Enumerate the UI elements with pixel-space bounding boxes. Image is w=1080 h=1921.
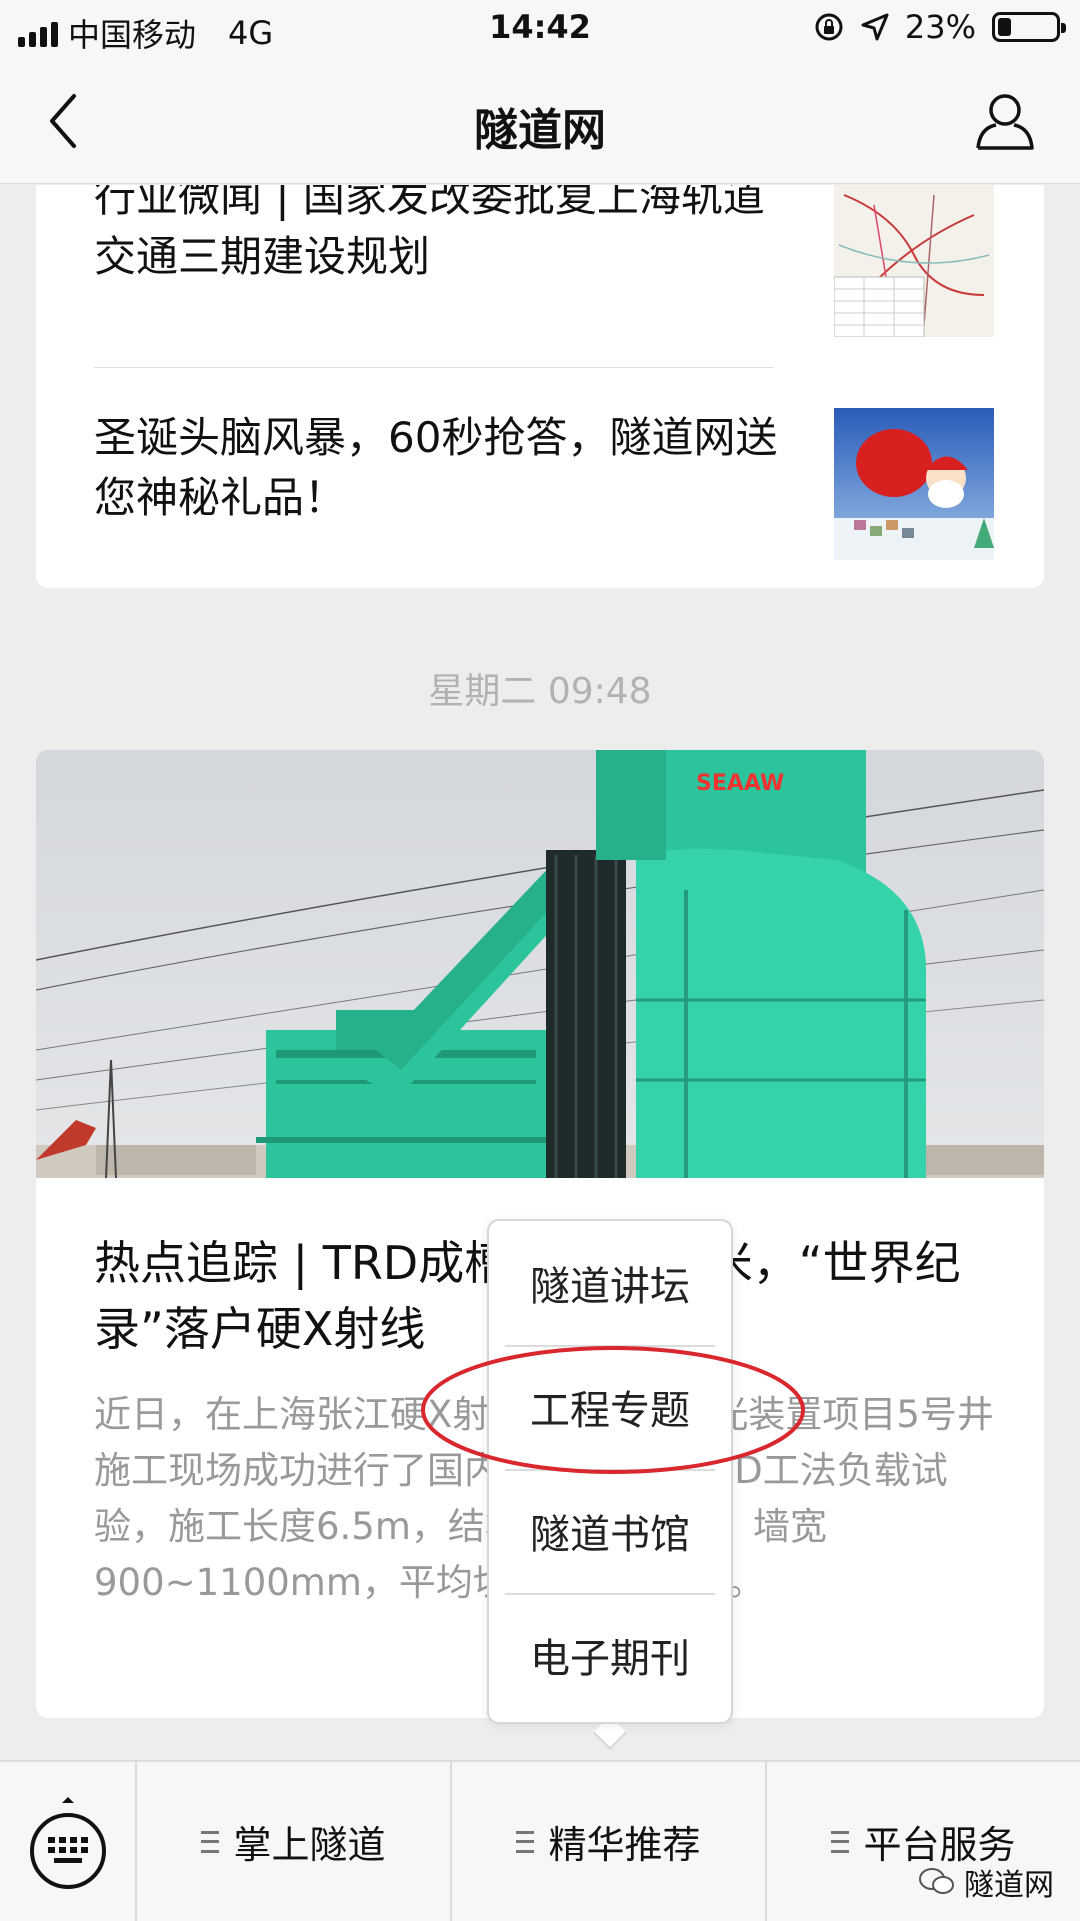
status-bar: 中国移动 4G 14:42 23% (0, 0, 1080, 58)
menu-button-featured[interactable]: 精华推荐 (452, 1762, 767, 1921)
news-title: 圣诞头脑风暴，60秒抢答，隧道网送您神秘礼品！ (94, 413, 778, 522)
menu-lines-icon (516, 1830, 535, 1853)
page-title: 隧道网 (474, 105, 606, 156)
menu-lines-icon (831, 1830, 850, 1853)
message-timestamp: 星期二 09:48 (428, 671, 652, 712)
nav-bar: 隧道网 (0, 58, 1080, 184)
keyboard-toggle-button[interactable] (0, 1762, 137, 1921)
christmas-thumbnail (834, 408, 994, 560)
person-icon (976, 94, 1034, 150)
submenu-item-e-journal[interactable]: 电子期刊 (489, 1593, 731, 1717)
menu-lines-icon (201, 1830, 220, 1853)
profile-button[interactable] (972, 88, 1038, 154)
battery-percent: 23% (904, 8, 976, 46)
wechat-icon (919, 1868, 954, 1894)
rotation-lock-icon (815, 13, 843, 41)
menu-button-mobile-tunnel[interactable]: 掌上隧道 (137, 1762, 452, 1921)
menu-button-label: 精华推荐 (548, 1823, 701, 1867)
menu-button-label: 掌上隧道 (233, 1823, 386, 1867)
news-title: 行业微闻 | 国家发改委批复上海轨道交通三期建设规划 (94, 185, 765, 281)
location-arrow-icon (861, 13, 889, 41)
battery-icon (992, 12, 1066, 42)
news-item[interactable]: 圣诞头脑风暴，60秒抢答，隧道网送您神秘礼品！ (94, 370, 994, 570)
status-right: 23% (813, 8, 1066, 46)
watermark-text: 隧道网 (964, 1868, 1054, 1903)
machine-logo: SEAAW (696, 771, 784, 796)
keyboard-icon (29, 1796, 106, 1889)
article-hero-image: SEAAW (36, 750, 1044, 1179)
battery-level (998, 18, 1011, 36)
submenu-item-forum[interactable]: 隧道讲坛 (489, 1221, 731, 1345)
watermark: 隧道网 (918, 1860, 1054, 1904)
article-group-card: 行业微闻 | 国家发改委批复上海轨道交通三期建设规划 圣诞头脑风暴，60秒抢答，… (36, 185, 1044, 588)
map-thumbnail (834, 185, 994, 337)
submenu-popup: 隧道讲坛 工程专题 隧道书馆 电子期刊 (487, 1219, 733, 1724)
submenu-item-engineering-topics[interactable]: 工程专题 (489, 1345, 731, 1469)
item-divider (94, 367, 774, 368)
news-item[interactable]: 行业微闻 | 国家发改委批复上海轨道交通三期建设规划 (94, 185, 994, 337)
submenu-item-library[interactable]: 隧道书馆 (489, 1469, 731, 1593)
